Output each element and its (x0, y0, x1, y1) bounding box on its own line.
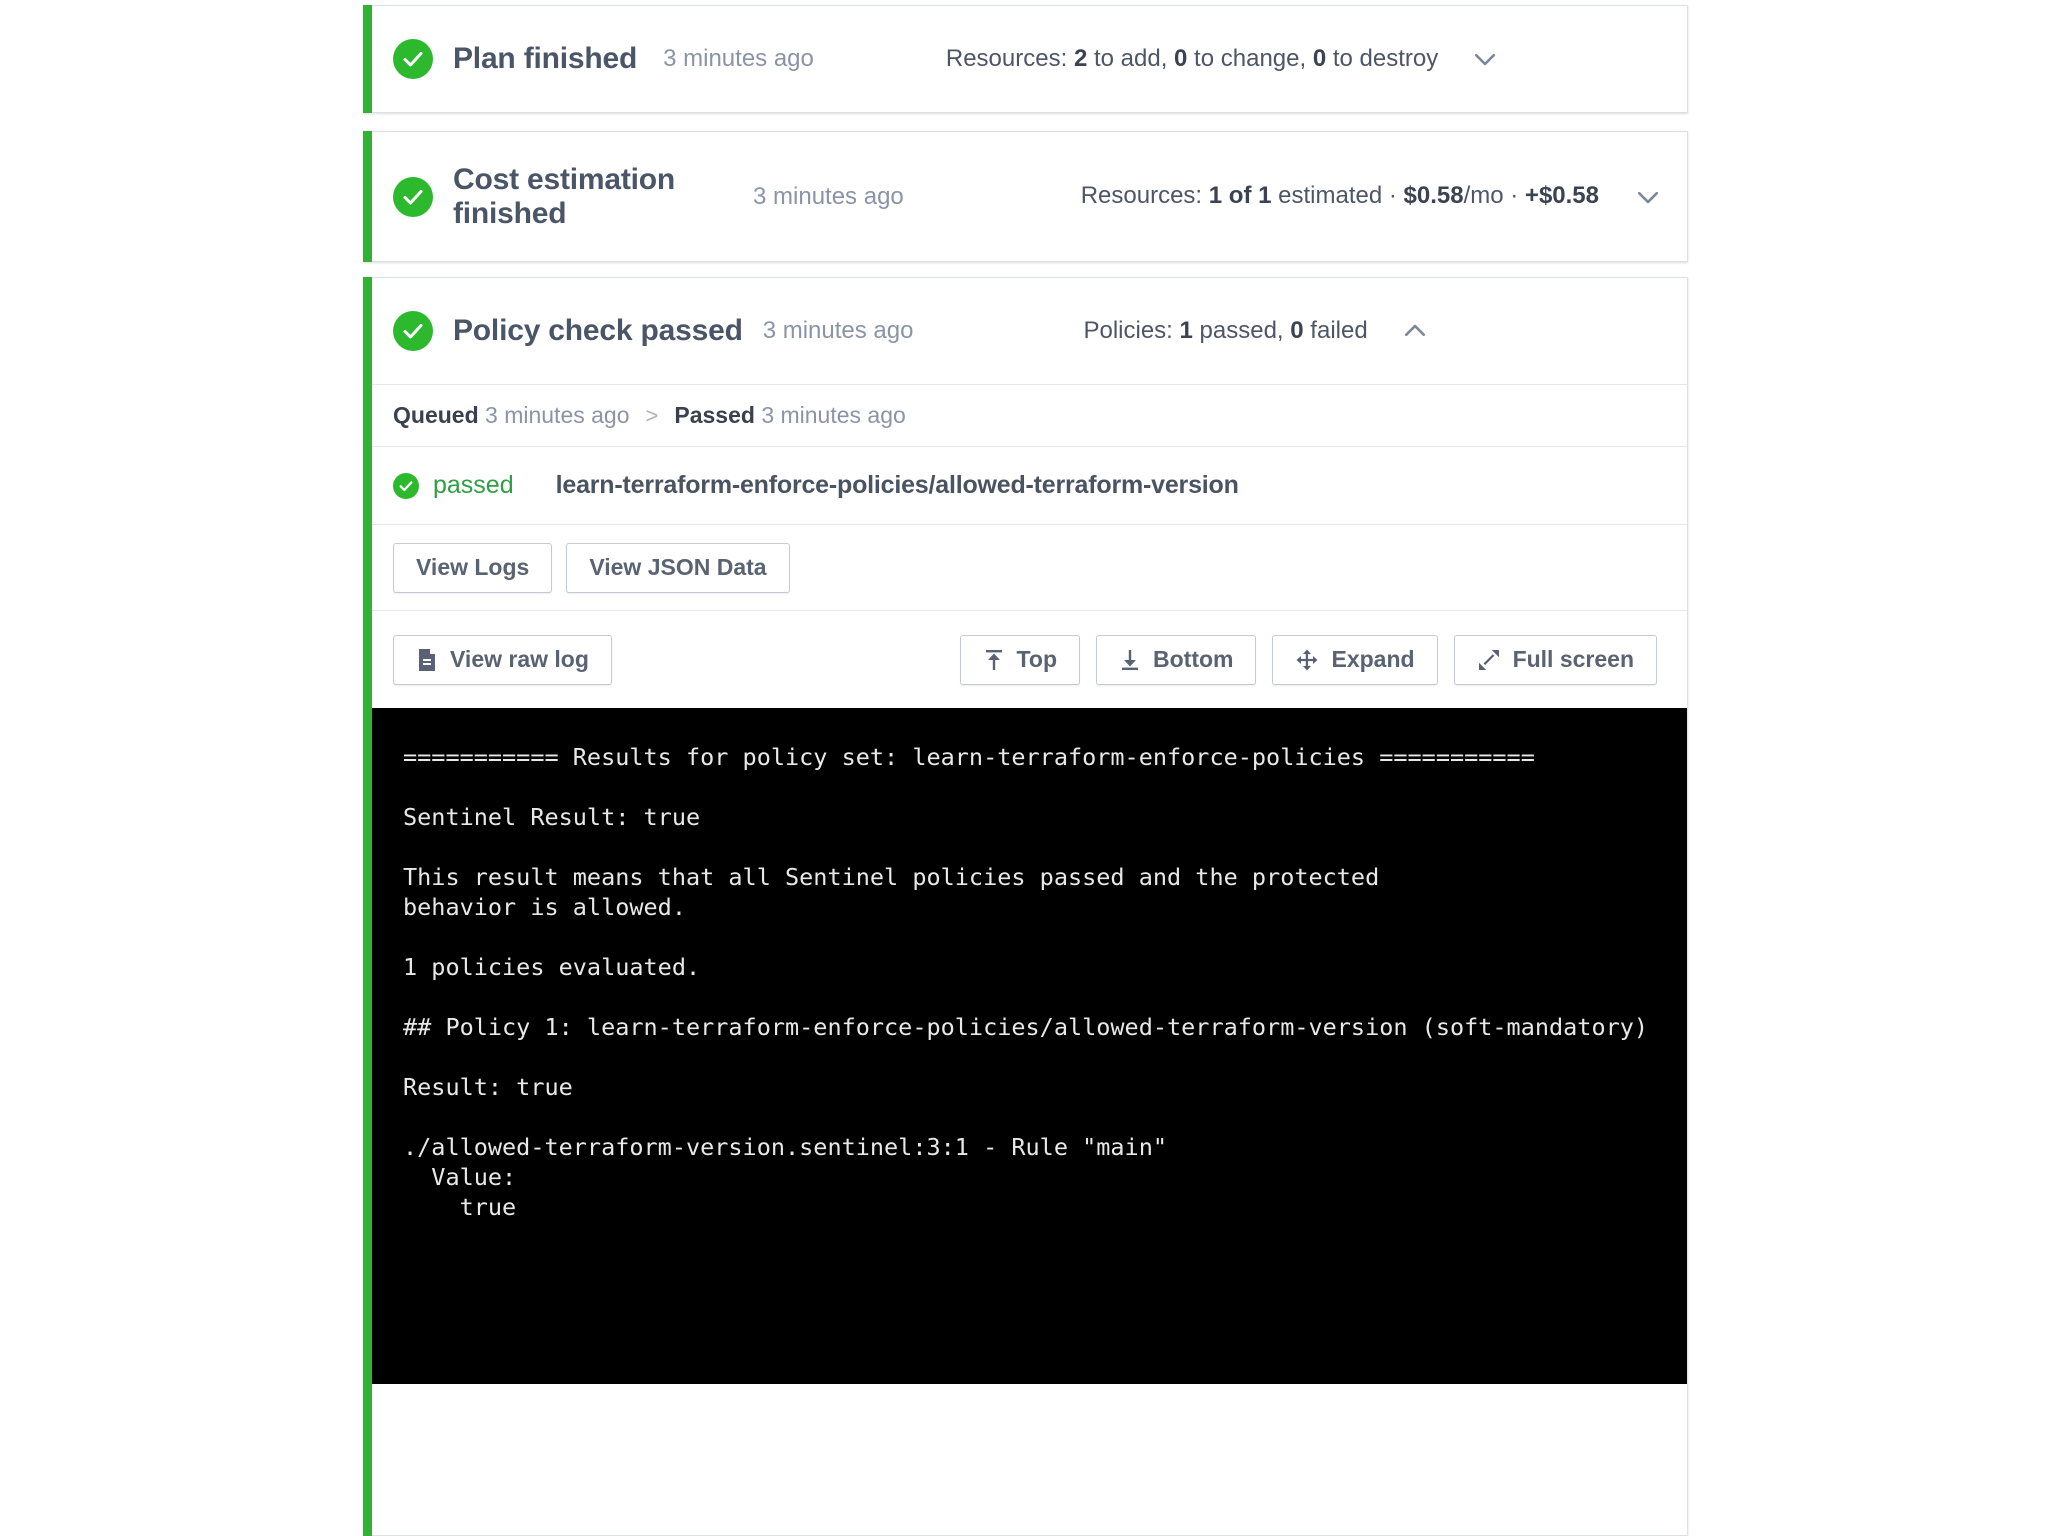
cost-estimation-timestamp: 3 minutes ago (753, 182, 904, 210)
cost-resources-summary: Resources: 1 of 1 estimated · $0.58/mo ·… (923, 180, 1609, 212)
plan-finished-title: Plan finished (453, 42, 638, 76)
cost-estimated-label: estimated · (1271, 182, 1404, 210)
policy-check-title: Policy check passed (453, 314, 743, 348)
policy-passed-label: passed, (1192, 316, 1291, 344)
scroll-to-top-button[interactable]: Top (959, 634, 1080, 685)
arrow-down-to-line-icon (1119, 648, 1141, 672)
full-screen-label: Full screen (1512, 646, 1634, 672)
chevron-up-icon[interactable] (1398, 314, 1432, 348)
plan-destroy-count: 0 (1312, 44, 1327, 72)
scroll-to-top-label: Top (1016, 646, 1057, 672)
policy-actions: View Logs View JSON Data (363, 524, 1687, 610)
plan-add-count: 2 (1073, 44, 1088, 72)
policy-result-name: learn-terraform-enforce-policies/allowed… (555, 471, 1239, 499)
cost-estimation-header[interactable]: Cost estimation finished 3 minutes ago R… (363, 132, 1687, 261)
plan-destroy-label: to destroy (1326, 44, 1439, 72)
success-check-icon (393, 311, 433, 351)
plan-change-count: 0 (1174, 44, 1188, 72)
expand-arrows-icon (1295, 648, 1319, 672)
plan-meta-prefix: Resources: (945, 44, 1074, 72)
full-screen-button[interactable]: Full screen (1453, 634, 1657, 685)
cost-estimation-card: Cost estimation finished 3 minutes ago R… (363, 131, 1688, 262)
cost-per-label: /mo · (1463, 182, 1525, 210)
policy-log-output[interactable]: =========== Results for policy set: lear… (363, 708, 1687, 1384)
policy-meta-prefix: Policies: (1083, 316, 1180, 344)
cost-meta-prefix: Resources: (1080, 182, 1209, 210)
scroll-to-bottom-label: Bottom (1153, 646, 1234, 672)
cost-monthly-amount: $0.58 (1403, 182, 1464, 210)
plan-finished-header[interactable]: Plan finished 3 minutes ago Resources: 2… (363, 6, 1687, 112)
plan-finished-timestamp: 3 minutes ago (663, 45, 814, 73)
status-accent-bar (363, 277, 372, 1536)
scroll-to-bottom-button[interactable]: Bottom (1096, 634, 1257, 685)
policy-summary: Policies: 1 passed, 0 failed (1083, 315, 1367, 347)
run-activity-panel: Plan finished 3 minutes ago Resources: 2… (0, 0, 2048, 1536)
expand-button[interactable]: Expand (1272, 634, 1438, 685)
cost-estimation-title: Cost estimation finished (453, 162, 676, 230)
cost-delta-amount: +$0.58 (1524, 182, 1599, 210)
status-queued-time: 3 minutes ago (485, 402, 630, 428)
plan-change-label: to change, (1187, 44, 1313, 72)
status-passed-label: Passed (674, 402, 755, 428)
policy-check-timestamp: 3 minutes ago (762, 317, 914, 345)
success-check-icon (393, 176, 433, 217)
policy-result-row: passed learn-terraform-enforce-policies/… (363, 446, 1687, 524)
view-logs-button[interactable]: View Logs (393, 542, 553, 593)
plan-resources-summary: Resources: 2 to add, 0 to change, 0 to d… (946, 43, 1438, 75)
plan-finished-card: Plan finished 3 minutes ago Resources: 2… (363, 5, 1688, 113)
arrow-up-to-line-icon (983, 648, 1005, 672)
success-check-icon (393, 39, 433, 79)
policy-passed-check-icon (393, 472, 419, 499)
chevron-down-icon[interactable] (1468, 42, 1502, 76)
view-raw-log-label: View raw log (450, 646, 589, 672)
log-toolbar: View raw log Top Bottom Expand Full scre… (363, 610, 1687, 708)
plan-add-label: to add, (1087, 44, 1175, 72)
status-passed-time: 3 minutes ago (761, 402, 906, 428)
document-icon (416, 648, 438, 672)
status-queued-label: Queued (393, 402, 479, 428)
expand-label: Expand (1331, 646, 1415, 672)
policy-passed-count: 1 (1179, 316, 1193, 344)
chevron-down-icon[interactable] (1631, 180, 1665, 214)
view-json-data-button[interactable]: View JSON Data (566, 542, 790, 593)
policy-check-header[interactable]: Policy check passed 3 minutes ago Polici… (363, 278, 1687, 384)
policy-failed-count: 0 (1290, 316, 1304, 344)
policy-status-timeline: Queued 3 minutes ago > Passed 3 minutes … (363, 384, 1687, 446)
policy-result-status: passed (433, 471, 514, 499)
log-nav-buttons: Top Bottom Expand Full screen (959, 634, 1657, 685)
fullscreen-diagonal-arrows-icon (1477, 648, 1501, 672)
policy-failed-label: failed (1303, 316, 1368, 344)
policy-check-card: Policy check passed 3 minutes ago Polici… (363, 277, 1688, 1536)
cost-estimated-count: 1 of 1 (1208, 182, 1272, 210)
policy-log-text: =========== Results for policy set: lear… (403, 743, 1649, 1221)
status-separator-icon: > (645, 402, 659, 428)
view-raw-log-button[interactable]: View raw log (393, 634, 612, 685)
